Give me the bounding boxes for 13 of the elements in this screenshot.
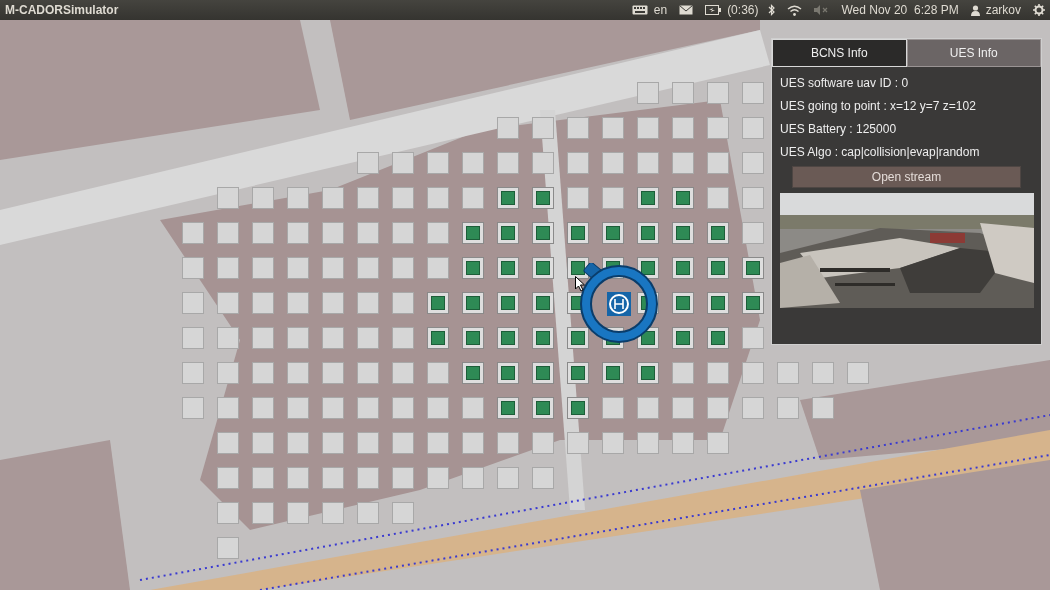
muted-speaker-icon[interactable]: [814, 5, 830, 15]
clock[interactable]: Wed Nov 20 6:28 PM: [841, 1, 959, 19]
user-icon[interactable]: [970, 4, 980, 16]
app-title: M-CADORSimulator: [5, 2, 119, 19]
wifi-icon[interactable]: [787, 4, 803, 16]
mail-icon[interactable]: [679, 5, 694, 15]
keyboard-icon[interactable]: [631, 5, 648, 15]
settings-icon[interactable]: [1033, 4, 1045, 16]
battery-time[interactable]: (0:36): [727, 1, 759, 19]
battery-icon[interactable]: [705, 5, 722, 15]
user-name[interactable]: zarkov: [985, 1, 1021, 19]
bluetooth-icon[interactable]: [768, 4, 776, 16]
keyboard-layout[interactable]: en: [653, 1, 668, 19]
